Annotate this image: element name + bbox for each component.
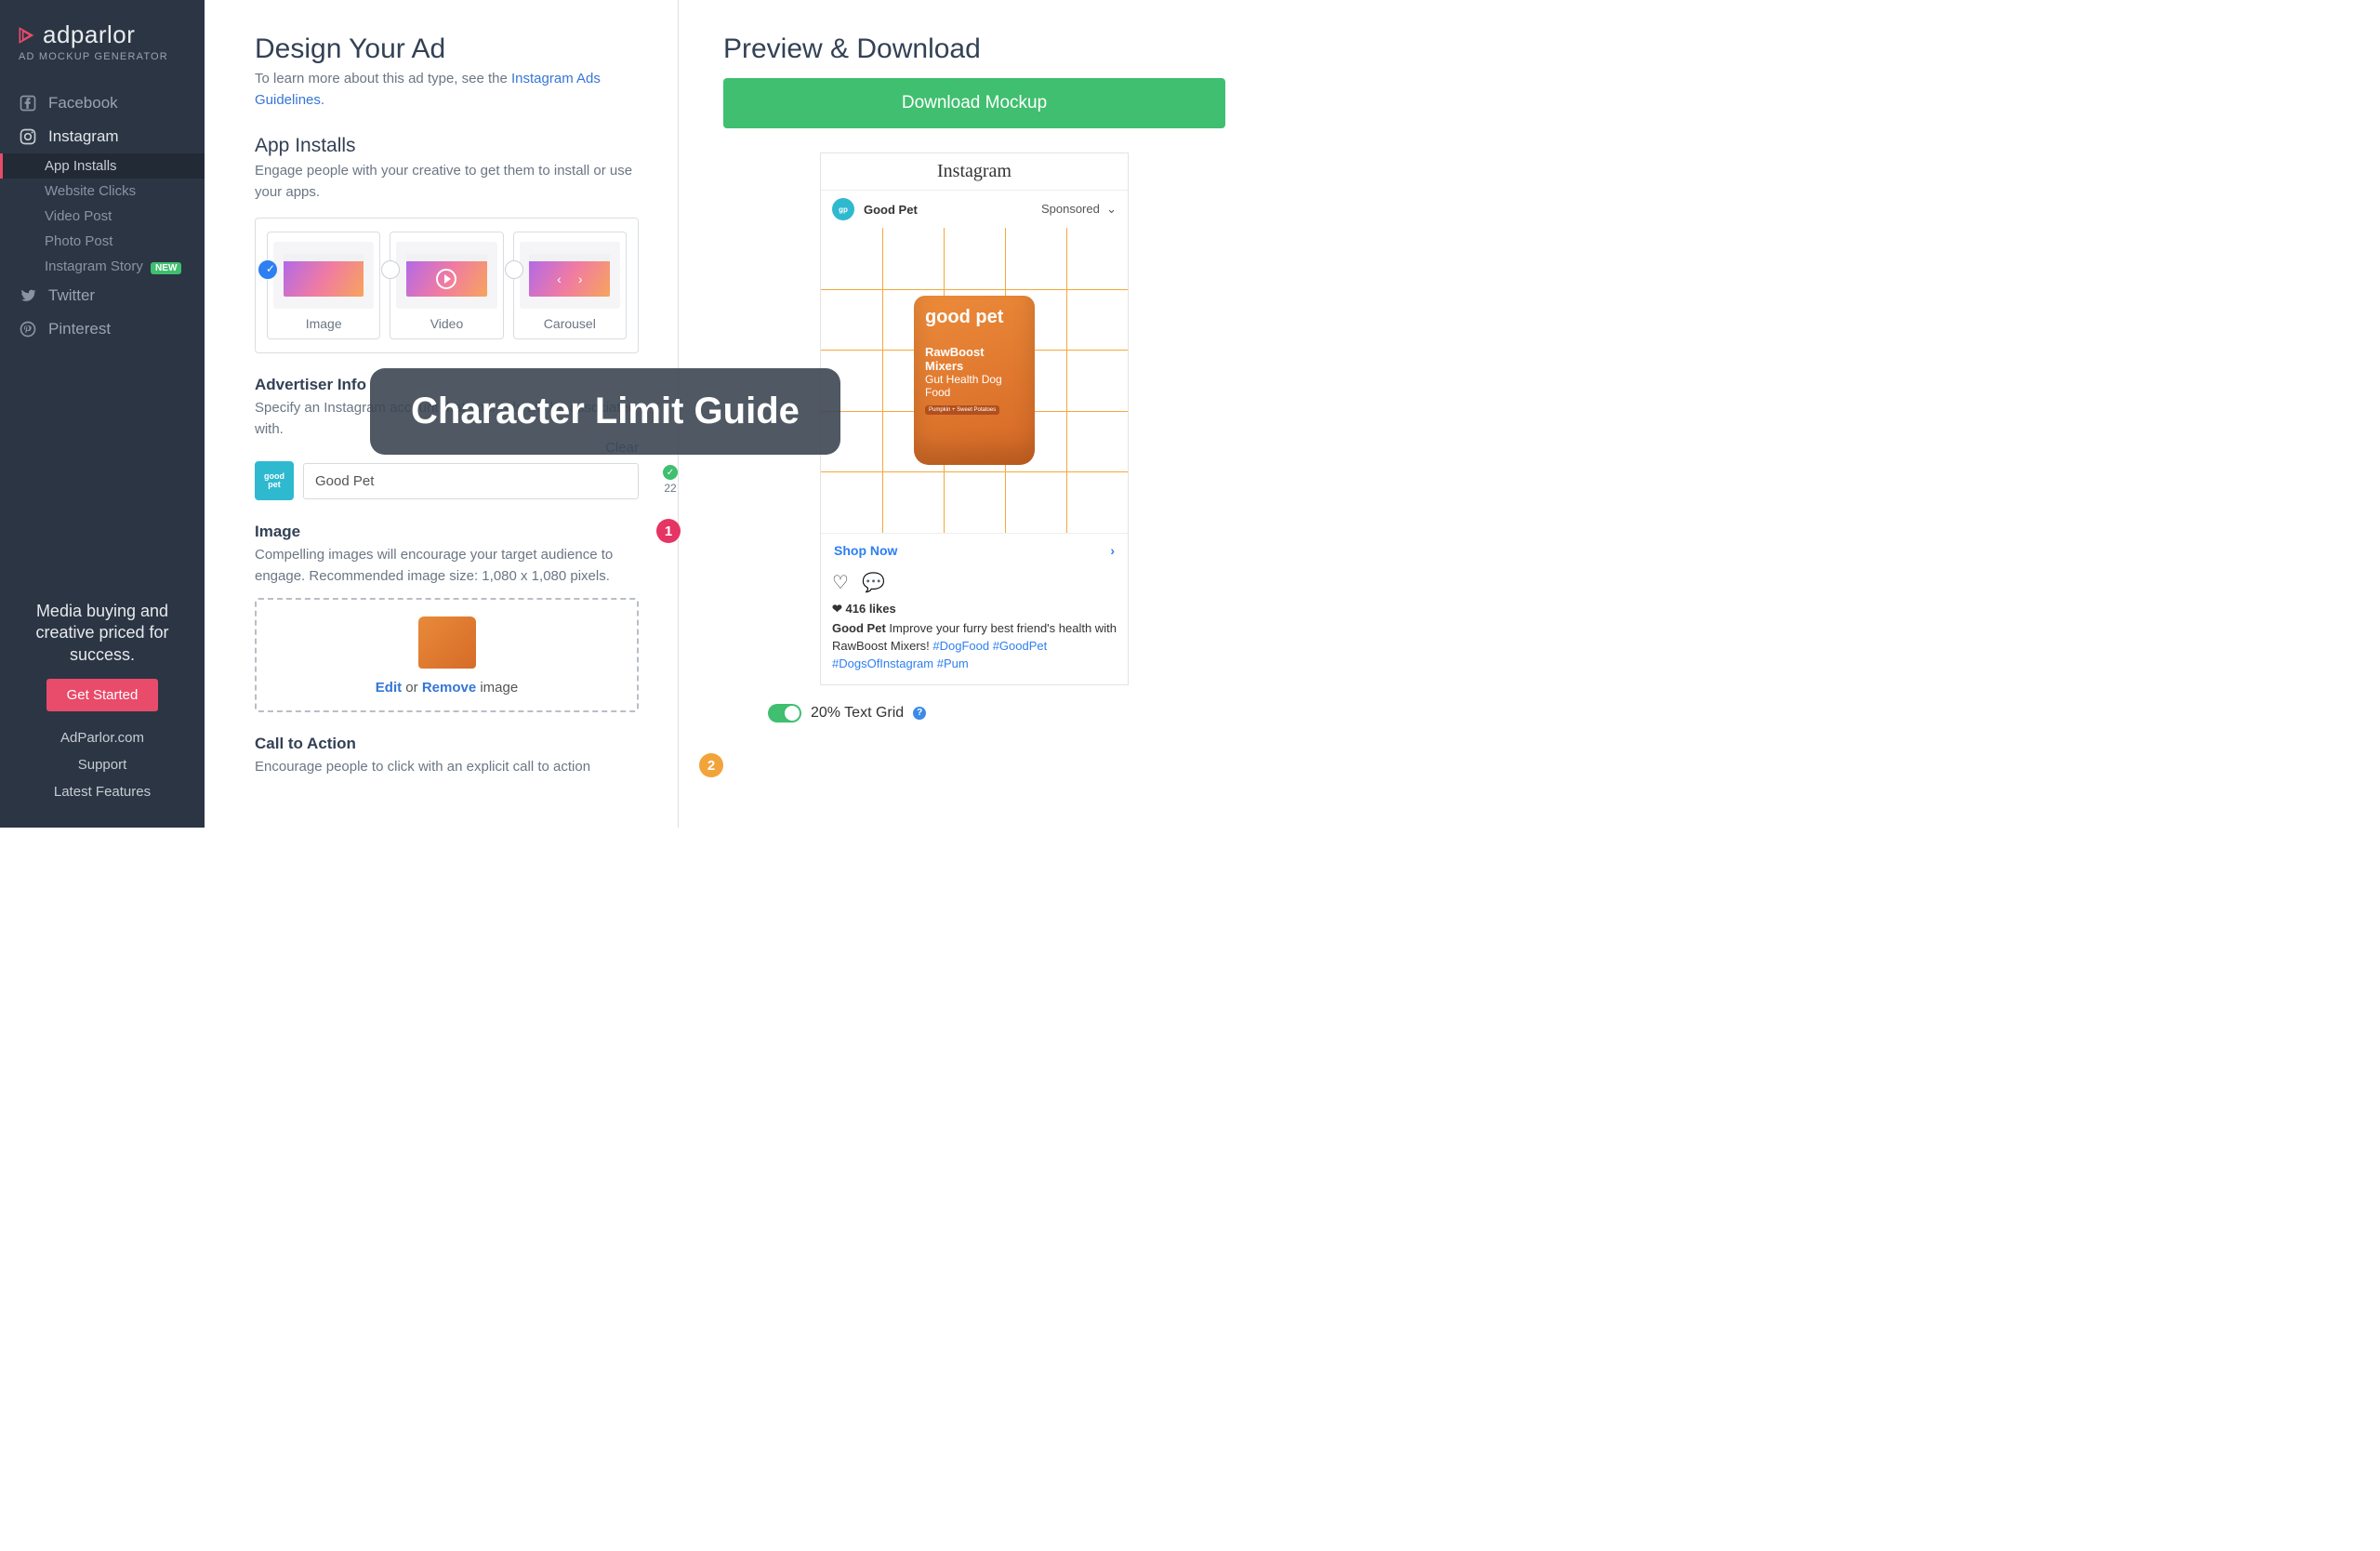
sidebar-item-facebook[interactable]: Facebook: [0, 86, 205, 120]
instagram-logo: Instagram: [821, 153, 1128, 191]
caption-username: Good Pet: [832, 621, 886, 635]
callout-badge-2: 2: [699, 753, 723, 777]
cta-heading: Call to Action: [255, 735, 639, 753]
char-counter: 22: [663, 465, 678, 495]
uploaded-image-thumb: [418, 616, 476, 669]
image-dropzone[interactable]: Edit or Remove image: [255, 598, 639, 712]
brand-logo-icon: [17, 26, 35, 45]
ad-type-image[interactable]: Image: [267, 232, 380, 339]
check-icon: [258, 260, 277, 279]
preview-image: good pet RawBoost Mixers Gut Health Dog …: [821, 228, 1128, 533]
footer-link-support[interactable]: Support: [15, 751, 190, 778]
ad-type-video-label: Video: [396, 316, 496, 331]
cta-sub: Encourage people to click with an explic…: [255, 757, 639, 778]
preview-cta-label: Shop Now: [834, 543, 897, 558]
sidebar-sub-website-clicks[interactable]: Website Clicks: [0, 179, 205, 204]
account-avatar: gp: [832, 198, 854, 220]
sidebar-footer: Media buying and creative priced for suc…: [0, 584, 205, 828]
play-icon: [436, 269, 456, 289]
sidebar-item-instagram[interactable]: Instagram: [0, 120, 205, 153]
sidebar-nav: Facebook Instagram App Installs Website …: [0, 86, 205, 584]
sidebar: adparlor AD MOCKUP GENERATOR Facebook In…: [0, 0, 205, 828]
sidebar-pitch: Media buying and creative priced for suc…: [15, 601, 190, 666]
caption: Good Pet Improve your furry best friend'…: [821, 620, 1128, 684]
ad-type-image-label: Image: [273, 316, 374, 331]
brand-subtitle: AD MOCKUP GENERATOR: [19, 51, 188, 62]
comment-icon[interactable]: 💬: [862, 571, 885, 594]
check-icon: [663, 465, 678, 480]
footer-link-adparlor[interactable]: AdParlor.com: [15, 724, 190, 751]
product-pouch: good pet RawBoost Mixers Gut Health Dog …: [914, 296, 1035, 465]
facebook-icon: [19, 94, 37, 113]
ad-type-carousel[interactable]: ‹› Carousel: [513, 232, 627, 339]
callout-badge-1: 1: [656, 519, 681, 543]
pinterest-icon: [19, 320, 37, 338]
char-count-value: 22: [663, 482, 678, 495]
design-intro-text: To learn more about this ad type, see th…: [255, 71, 511, 86]
ad-type-picker: Image Video ‹› Carousel: [255, 218, 639, 353]
twitter-icon: [19, 286, 37, 305]
text-grid-label: 20% Text Grid: [811, 705, 904, 722]
sidebar-sub-story-label: Instagram Story: [45, 258, 143, 274]
sidebar-sub-photo-post[interactable]: Photo Post: [0, 229, 205, 254]
sidebar-label-pinterest: Pinterest: [48, 320, 111, 338]
section-app-installs-sub: Engage people with your creative to get …: [255, 161, 639, 203]
advertiser-avatar: goodpet: [255, 461, 294, 500]
section-app-installs-title: App Installs: [255, 135, 639, 157]
new-badge: NEW: [151, 262, 181, 274]
dropzone-actions: Edit or Remove image: [268, 680, 626, 696]
brand-name: adparlor: [43, 20, 135, 49]
advertiser-input[interactable]: [303, 463, 639, 499]
carousel-arrows-icon: ‹›: [557, 272, 582, 286]
ad-type-video[interactable]: Video: [390, 232, 503, 339]
chevron-down-icon: ⌄: [1106, 202, 1117, 216]
chevron-right-icon: ›: [1110, 543, 1115, 558]
footer-link-latest[interactable]: Latest Features: [15, 778, 190, 805]
sidebar-sub-video-post[interactable]: Video Post: [0, 204, 205, 229]
heart-icon[interactable]: ♡: [832, 571, 849, 594]
download-mockup-button[interactable]: Download Mockup: [723, 78, 1225, 128]
preview-title: Preview & Download: [723, 33, 981, 65]
sidebar-item-twitter[interactable]: Twitter: [0, 279, 205, 312]
overlay-banner: Character Limit Guide: [370, 368, 840, 455]
brand-block: adparlor AD MOCKUP GENERATOR: [0, 0, 205, 68]
instagram-preview: Instagram gp Good Pet Sponsored ⌄ good p…: [820, 152, 1129, 685]
image-sub: Compelling images will encourage your ta…: [255, 545, 639, 587]
sidebar-label-twitter: Twitter: [48, 286, 95, 305]
likes-count: ❤ 416 likes: [821, 602, 1128, 620]
image-heading: Image: [255, 523, 639, 541]
account-name: Good Pet: [864, 203, 1032, 217]
sponsored-label: Sponsored ⌄: [1041, 202, 1117, 217]
text-grid-toggle[interactable]: [768, 704, 801, 722]
edit-image-link[interactable]: Edit: [376, 680, 402, 696]
help-icon[interactable]: ?: [913, 707, 926, 720]
sidebar-item-pinterest[interactable]: Pinterest: [0, 312, 205, 346]
preview-cta-button[interactable]: Shop Now ›: [821, 533, 1128, 567]
sidebar-label-instagram: Instagram: [48, 127, 119, 146]
remove-image-link[interactable]: Remove: [422, 680, 476, 696]
sidebar-sub-instagram-story[interactable]: Instagram Story NEW: [0, 254, 205, 279]
design-title: Design Your Ad: [255, 33, 639, 65]
radio-icon: [505, 260, 523, 279]
design-intro: To learn more about this ad type, see th…: [255, 69, 639, 111]
sidebar-sub-app-installs[interactable]: App Installs: [0, 153, 205, 179]
instagram-icon: [19, 127, 37, 146]
sidebar-label-facebook: Facebook: [48, 94, 118, 113]
ad-type-carousel-label: Carousel: [520, 316, 620, 331]
get-started-button[interactable]: Get Started: [46, 679, 159, 711]
